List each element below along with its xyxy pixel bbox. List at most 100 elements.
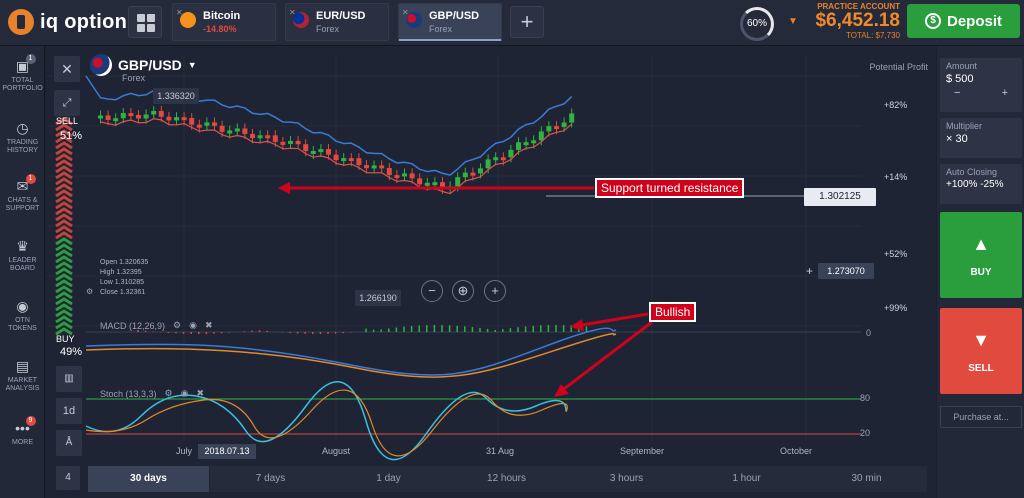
axis-value: 80 — [860, 393, 871, 403]
sidebar-item-label: TOTAL PORTFOLIO — [2, 77, 43, 92]
progress-ring[interactable]: 60% — [740, 7, 774, 41]
history-icon: ◷ — [16, 120, 29, 136]
candle-body — [561, 122, 567, 127]
candle-body — [531, 140, 537, 144]
price-chart[interactable]: ✕ ⤢ SELL 51% BUY 49% GBP/USD ▼ Forex Pot… — [46, 46, 936, 464]
briefcase-icon: ▣ 1 — [14, 54, 36, 74]
bullish-arrow-line — [575, 312, 649, 328]
sidebar-item-chats[interactable]: ✉ 1 CHATS & SUPPORT — [0, 174, 45, 213]
timeframe-12-hours[interactable]: 12 hours — [446, 466, 568, 492]
candle-body — [500, 157, 506, 161]
timeframe-1-day[interactable]: 1 day — [328, 466, 450, 492]
high-marker: 1.336320 — [153, 88, 199, 104]
ohlc-readout: Open 1.320635 High 1.32395 Low 1.310285 … — [100, 258, 148, 298]
zoom-in-button[interactable]: + — [484, 280, 506, 302]
macd-label: MACD (12,26,9) ⚙ ◉ ✖ — [100, 320, 213, 331]
decrease-button[interactable]: − — [954, 87, 960, 99]
sell-sentiment-pct: 51% — [60, 130, 83, 142]
multiplier-field[interactable]: Multiplier × 30 — [940, 118, 1022, 158]
stoch-name: Stoch (13,3,3) — [100, 388, 157, 399]
candle-body — [493, 157, 499, 161]
amount-field[interactable]: Amount $ 500 − + — [940, 58, 1022, 112]
buy-button[interactable]: ▲ BUY — [940, 212, 1022, 298]
candle-body — [181, 117, 187, 121]
settings-icon[interactable]: ⚙ — [165, 388, 173, 399]
autoclose-field[interactable]: Auto Closing +100% -25% — [940, 164, 1022, 204]
sidebar-item-otn[interactable]: ◉ OTN TOKENS — [0, 298, 45, 333]
profit-level: +82% — [884, 100, 908, 110]
tab-title: Bitcoin — [203, 10, 241, 22]
buy-sentiment-pct: 49% — [60, 346, 83, 358]
logo-icon — [8, 9, 34, 35]
timeframe-30-days[interactable]: 30 days — [88, 466, 210, 492]
signal-line — [85, 333, 617, 378]
amount-value[interactable]: $ 500 — [940, 71, 1022, 87]
trend-up-icon: ▲ — [972, 234, 990, 254]
candle-body — [120, 113, 126, 119]
crosshair-plus-icon[interactable]: + — [806, 264, 813, 278]
candle-body — [326, 149, 331, 155]
chart-header[interactable]: GBP/USD ▼ Forex — [90, 54, 197, 83]
candle-body — [189, 118, 195, 125]
chart-type-button[interactable]: ▥ — [56, 366, 82, 392]
reset-zoom-button[interactable]: ⊕ — [452, 280, 474, 302]
candle-body — [166, 116, 172, 121]
axis-value: 20 — [860, 428, 871, 438]
sidebar-item-label: MARKET ANALYSIS — [5, 377, 40, 392]
remove-icon[interactable]: ✖ — [196, 388, 204, 399]
settings-gear-icon[interactable]: ⚙ — [86, 287, 93, 296]
sidebar-item-more[interactable]: ••• 9 MORE — [0, 416, 45, 447]
sidebar-item-leaderboard[interactable]: ♛ LEADER BOARD — [0, 238, 45, 273]
date-label: August — [322, 446, 351, 456]
timeframe-bar: 4 30 days 7 days 1 day 12 hours 3 hours … — [46, 464, 936, 498]
candle-body — [394, 175, 400, 179]
deposit-label: Deposit — [946, 12, 1002, 30]
timeframe-3-hours[interactable]: 3 hours — [566, 466, 688, 492]
candle-body — [234, 128, 240, 132]
add-tab-button[interactable]: + — [510, 6, 544, 38]
candle-body — [485, 159, 491, 169]
candle-body — [113, 118, 119, 122]
purchase-at-button[interactable]: Purchase at... — [940, 406, 1022, 428]
close-chart-icon[interactable]: ✕ — [54, 56, 80, 82]
timeframe-7-days[interactable]: 7 days — [210, 466, 332, 492]
remove-icon[interactable]: ✖ — [205, 320, 213, 331]
candle-body — [280, 141, 286, 145]
analysis-icon: ▤ — [15, 358, 30, 374]
increase-button[interactable]: + — [1002, 87, 1008, 99]
settings-icon[interactable]: ⚙ — [173, 320, 181, 331]
candle-body — [242, 128, 248, 134]
sell-button[interactable]: ▼ SELL — [940, 308, 1022, 394]
drawing-tool-button[interactable]: Å — [56, 430, 82, 456]
asset-tab-gbpusd[interactable]: ✕ GBP/USD Forex — [398, 3, 502, 41]
sidebar-item-label: OTN TOKENS — [8, 317, 37, 332]
sidebar-item-portfolio[interactable]: ▣ 1 TOTAL PORTFOLIO — [0, 54, 45, 93]
profit-level: +52% — [884, 249, 908, 259]
left-sidebar: ▣ 1 TOTAL PORTFOLIO ◷ TRADING HISTORY ✉ 1 … — [0, 46, 45, 498]
timeframe-1-hour[interactable]: 1 hour — [686, 466, 808, 492]
bitcoin-icon — [180, 12, 196, 28]
logo[interactable]: iq option — [8, 9, 127, 35]
zoom-out-button[interactable]: − — [421, 280, 443, 302]
eye-icon[interactable]: ◉ — [189, 320, 197, 331]
deposit-button[interactable]: $ Deposit — [907, 4, 1020, 38]
autoclose-value: +100% -25% — [946, 179, 1004, 190]
asset-tab-bitcoin[interactable]: ✕ Bitcoin -14.80% — [172, 3, 276, 41]
interval-button[interactable]: 1d — [56, 398, 82, 424]
date-label: October — [780, 446, 813, 456]
indicator-count-button[interactable]: 4 — [56, 466, 80, 490]
sidebar-item-analysis[interactable]: ▤ MARKET ANALYSIS — [0, 358, 45, 393]
account-balance[interactable]: ▼ PRACTICE ACCOUNT $6,452.18 TOTAL: $7,7… — [788, 2, 900, 40]
asset-tab-eurusd[interactable]: ✕ EUR/USD Forex — [285, 3, 389, 41]
annotation-bullish: Bullish — [649, 302, 697, 322]
sidebar-item-history[interactable]: ◷ TRADING HISTORY — [0, 120, 45, 155]
eye-icon[interactable]: ◉ — [181, 388, 189, 399]
chart-symbol: GBP/USD — [118, 57, 182, 73]
date-label: July — [176, 446, 193, 456]
apps-grid-button[interactable] — [128, 6, 162, 38]
sell-sentiment-label: SELL — [56, 116, 79, 126]
expand-icon[interactable]: ⤢ — [54, 90, 80, 116]
date-label: 31 Aug — [486, 446, 515, 456]
candle-body — [295, 140, 301, 145]
timeframe-30-min[interactable]: 30 min — [806, 466, 928, 492]
